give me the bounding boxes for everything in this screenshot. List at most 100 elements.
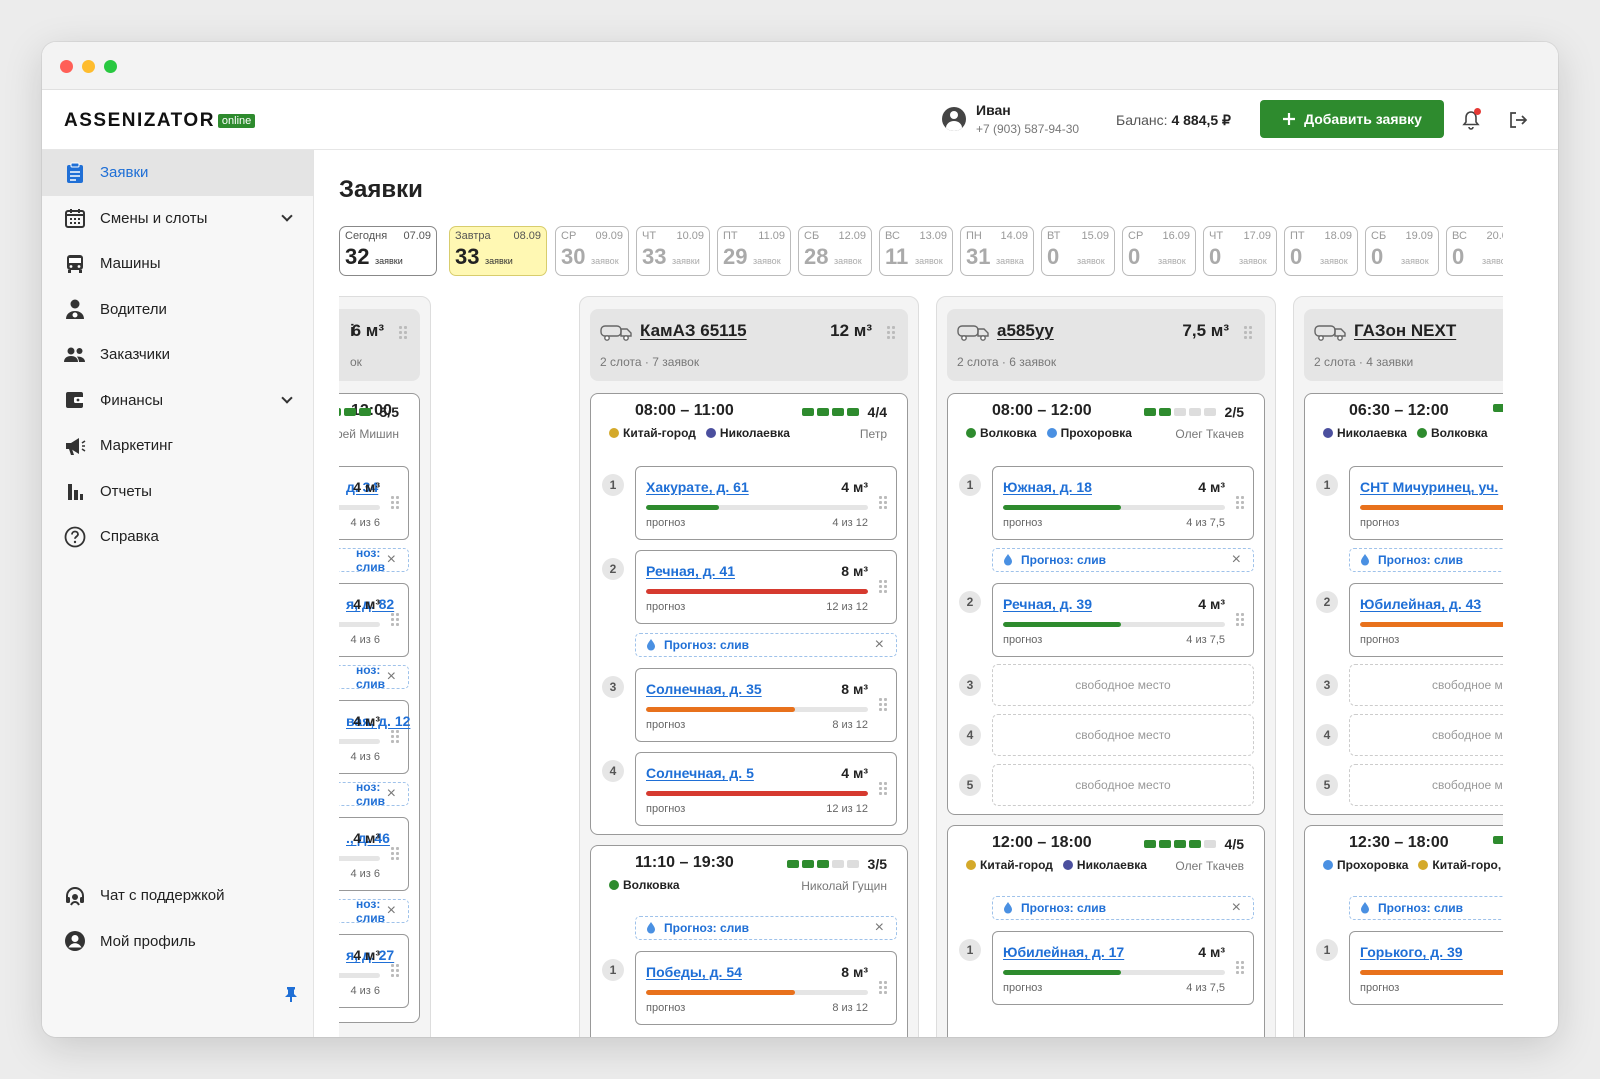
free-slot[interactable]: свободное м <box>1349 714 1503 756</box>
close-icon[interactable]: × <box>387 902 396 920</box>
order-address-link[interactable]: Юбилейная, д. 17 <box>1003 944 1124 960</box>
add-request-button[interactable]: Добавить заявку <box>1260 100 1444 138</box>
free-slot[interactable]: свободное место <box>992 764 1254 806</box>
sidebar-item-drivers[interactable]: Водители <box>42 287 313 333</box>
day-tab[interactable]: ЧТ 17.09 0 заявок <box>1203 226 1277 276</box>
user-info[interactable]: Иван +7 (903) 587-94-30 <box>942 102 1079 136</box>
order-card[interactable]: Южная, д. 18 4 м³ прогноз 4 из 7,5 <box>992 466 1254 540</box>
day-tab[interactable]: СР 09.09 30 заявок <box>555 226 629 276</box>
day-tab[interactable]: Завтра 08.09 33 заявки <box>449 226 547 276</box>
close-icon[interactable]: × <box>1232 551 1241 569</box>
sidebar-item-finance[interactable]: Финансы <box>42 378 313 424</box>
order-card[interactable]: Юбилейная, д. 43 прогноз <box>1349 583 1503 657</box>
drag-handle-icon[interactable] <box>878 579 888 593</box>
order-card[interactable]: Победы, д. 54 8 м³ прогноз 8 из 12 <box>635 951 897 1025</box>
drag-handle-icon[interactable] <box>390 963 400 977</box>
sidebar-item-profile[interactable]: Мой профиль <box>42 919 313 965</box>
order-card[interactable]: СНТ Мичуринец, уч. прогноз <box>1349 466 1503 540</box>
drag-handle-icon[interactable] <box>1243 325 1253 339</box>
order-card[interactable]: Горького, д. 39 прогноз <box>1349 931 1503 1005</box>
drag-handle-icon[interactable] <box>390 612 400 626</box>
vehicle-name[interactable]: КамАЗ 65115 <box>640 321 747 341</box>
order-address-link[interactable]: Солнечная, д. 5 <box>646 765 754 781</box>
close-icon[interactable]: × <box>387 551 396 569</box>
forecast-chip[interactable]: Прогноз: слив <box>1349 896 1503 920</box>
order-card[interactable]: д. 34 4 м³ 4 из 6 <box>339 466 409 540</box>
sidebar-item-reports[interactable]: Отчеты <box>42 469 313 515</box>
order-address-link[interactable]: Южная, д. 18 <box>1003 479 1092 495</box>
day-tab[interactable]: ПТ 18.09 0 заявок <box>1284 226 1358 276</box>
day-tab[interactable]: СР 16.09 0 заявок <box>1122 226 1196 276</box>
forecast-chip[interactable]: ноз: слив × <box>339 663 409 691</box>
day-tab[interactable]: ВС 20.09 0 заявок <box>1446 226 1503 276</box>
order-address-link[interactable]: Хакурате, д. 61 <box>646 479 749 495</box>
drag-handle-icon[interactable] <box>390 846 400 860</box>
sidebar-item-help[interactable]: Справка <box>42 514 313 560</box>
forecast-chip[interactable]: ноз: слив × <box>339 546 409 574</box>
pin-sidebar-button[interactable] <box>284 986 298 1002</box>
sidebar-item-requests[interactable]: Заявки <box>42 150 313 196</box>
day-tab[interactable]: СБ 12.09 28 заявок <box>798 226 872 276</box>
drag-handle-icon[interactable] <box>390 495 400 509</box>
order-card[interactable]: Солнечная, д. 5 4 м³ прогноз 12 из 12 <box>635 752 897 826</box>
forecast-chip[interactable]: Прогноз: слив × <box>635 633 897 657</box>
close-icon[interactable]: × <box>875 636 884 654</box>
day-tab[interactable]: ПН 14.09 31 заявка <box>960 226 1034 276</box>
forecast-chip[interactable]: Прогноз: слив <box>1349 548 1503 572</box>
order-address-link[interactable]: Победы, д. 54 <box>646 964 742 980</box>
free-slot[interactable]: свободное м <box>1349 764 1503 806</box>
drag-handle-icon[interactable] <box>390 729 400 743</box>
day-tab[interactable]: Сегодня 07.09 32 заявки <box>339 226 437 276</box>
order-card[interactable]: Хакурате, д. 61 4 м³ прогноз 4 из 12 <box>635 466 897 540</box>
order-card[interactable]: Речная, д. 39 4 м³ прогноз 4 из 7,5 <box>992 583 1254 657</box>
day-tab[interactable]: ВТ 15.09 0 заявок <box>1041 226 1115 276</box>
drag-handle-icon[interactable] <box>886 325 896 339</box>
close-icon[interactable]: × <box>387 785 396 803</box>
notifications-button[interactable] <box>1462 108 1481 130</box>
close-icon[interactable]: × <box>875 919 884 937</box>
drag-handle-icon[interactable] <box>398 325 408 339</box>
free-slot[interactable]: свободное место <box>992 714 1254 756</box>
order-card[interactable]: ., д. 46 4 м³ 4 из 6 <box>339 817 409 891</box>
drag-handle-icon[interactable] <box>1235 960 1245 974</box>
order-address-link[interactable]: Солнечная, д. 35 <box>646 681 762 697</box>
order-card[interactable]: Солнечная, д. 35 8 м³ прогноз 8 из 12 <box>635 668 897 742</box>
forecast-chip[interactable]: ноз: слив × <box>339 897 409 925</box>
logo[interactable]: ASSENIZATOR online <box>64 110 256 132</box>
order-card[interactable]: Речная, д. 41 8 м³ прогноз 12 из 12 <box>635 550 897 624</box>
forecast-chip[interactable]: Прогноз: слив × <box>635 916 897 940</box>
forecast-chip[interactable]: Прогноз: слив × <box>992 896 1254 920</box>
vehicle-name[interactable]: ГАЗон NEXT <box>1354 321 1456 341</box>
logout-button[interactable] <box>1508 110 1528 130</box>
order-address-link[interactable]: Речная, д. 41 <box>646 563 735 579</box>
sidebar-item-support-chat[interactable]: Чат с поддержкой <box>42 873 313 919</box>
order-address-link[interactable]: Юбилейная, д. 43 <box>1360 596 1481 612</box>
forecast-chip[interactable]: ноз: слив × <box>339 780 409 808</box>
sidebar-item-marketing[interactable]: Маркетинг <box>42 423 313 469</box>
drag-handle-icon[interactable] <box>878 697 888 711</box>
day-tab[interactable]: ВС 13.09 11 заявок <box>879 226 953 276</box>
close-icon[interactable]: × <box>387 668 396 686</box>
order-card[interactable]: вая, д. 12 4 м³ 4 из 6 <box>339 700 410 774</box>
order-card[interactable]: я, д. 27 4 м³ 4 из 6 <box>339 934 409 1008</box>
vehicle-name[interactable]: а585уу <box>997 321 1054 341</box>
close-window-button[interactable] <box>60 60 73 73</box>
order-address-link[interactable]: Горького, д. 39 <box>1360 944 1463 960</box>
day-tab[interactable]: ЧТ 10.09 33 заявки <box>636 226 710 276</box>
sidebar-item-vehicles[interactable]: Машины <box>42 241 313 287</box>
maximize-window-button[interactable] <box>104 60 117 73</box>
close-icon[interactable]: × <box>1232 899 1241 917</box>
drag-handle-icon[interactable] <box>1235 495 1245 509</box>
free-slot[interactable]: свободное место <box>992 664 1254 706</box>
order-address-link[interactable]: СНТ Мичуринец, уч. <box>1360 479 1498 495</box>
sidebar-item-customers[interactable]: Заказчики <box>42 332 313 378</box>
drag-handle-icon[interactable] <box>878 980 888 994</box>
order-card[interactable]: я, д. 82 4 м³ 4 из 6 <box>339 583 409 657</box>
drag-handle-icon[interactable] <box>1235 612 1245 626</box>
day-tab[interactable]: ПТ 11.09 29 заявок <box>717 226 791 276</box>
drag-handle-icon[interactable] <box>878 781 888 795</box>
drag-handle-icon[interactable] <box>878 495 888 509</box>
day-tab[interactable]: СБ 19.09 0 заявок <box>1365 226 1439 276</box>
forecast-chip[interactable]: Прогноз: слив × <box>992 548 1254 572</box>
free-slot[interactable]: свободное м <box>1349 664 1503 706</box>
